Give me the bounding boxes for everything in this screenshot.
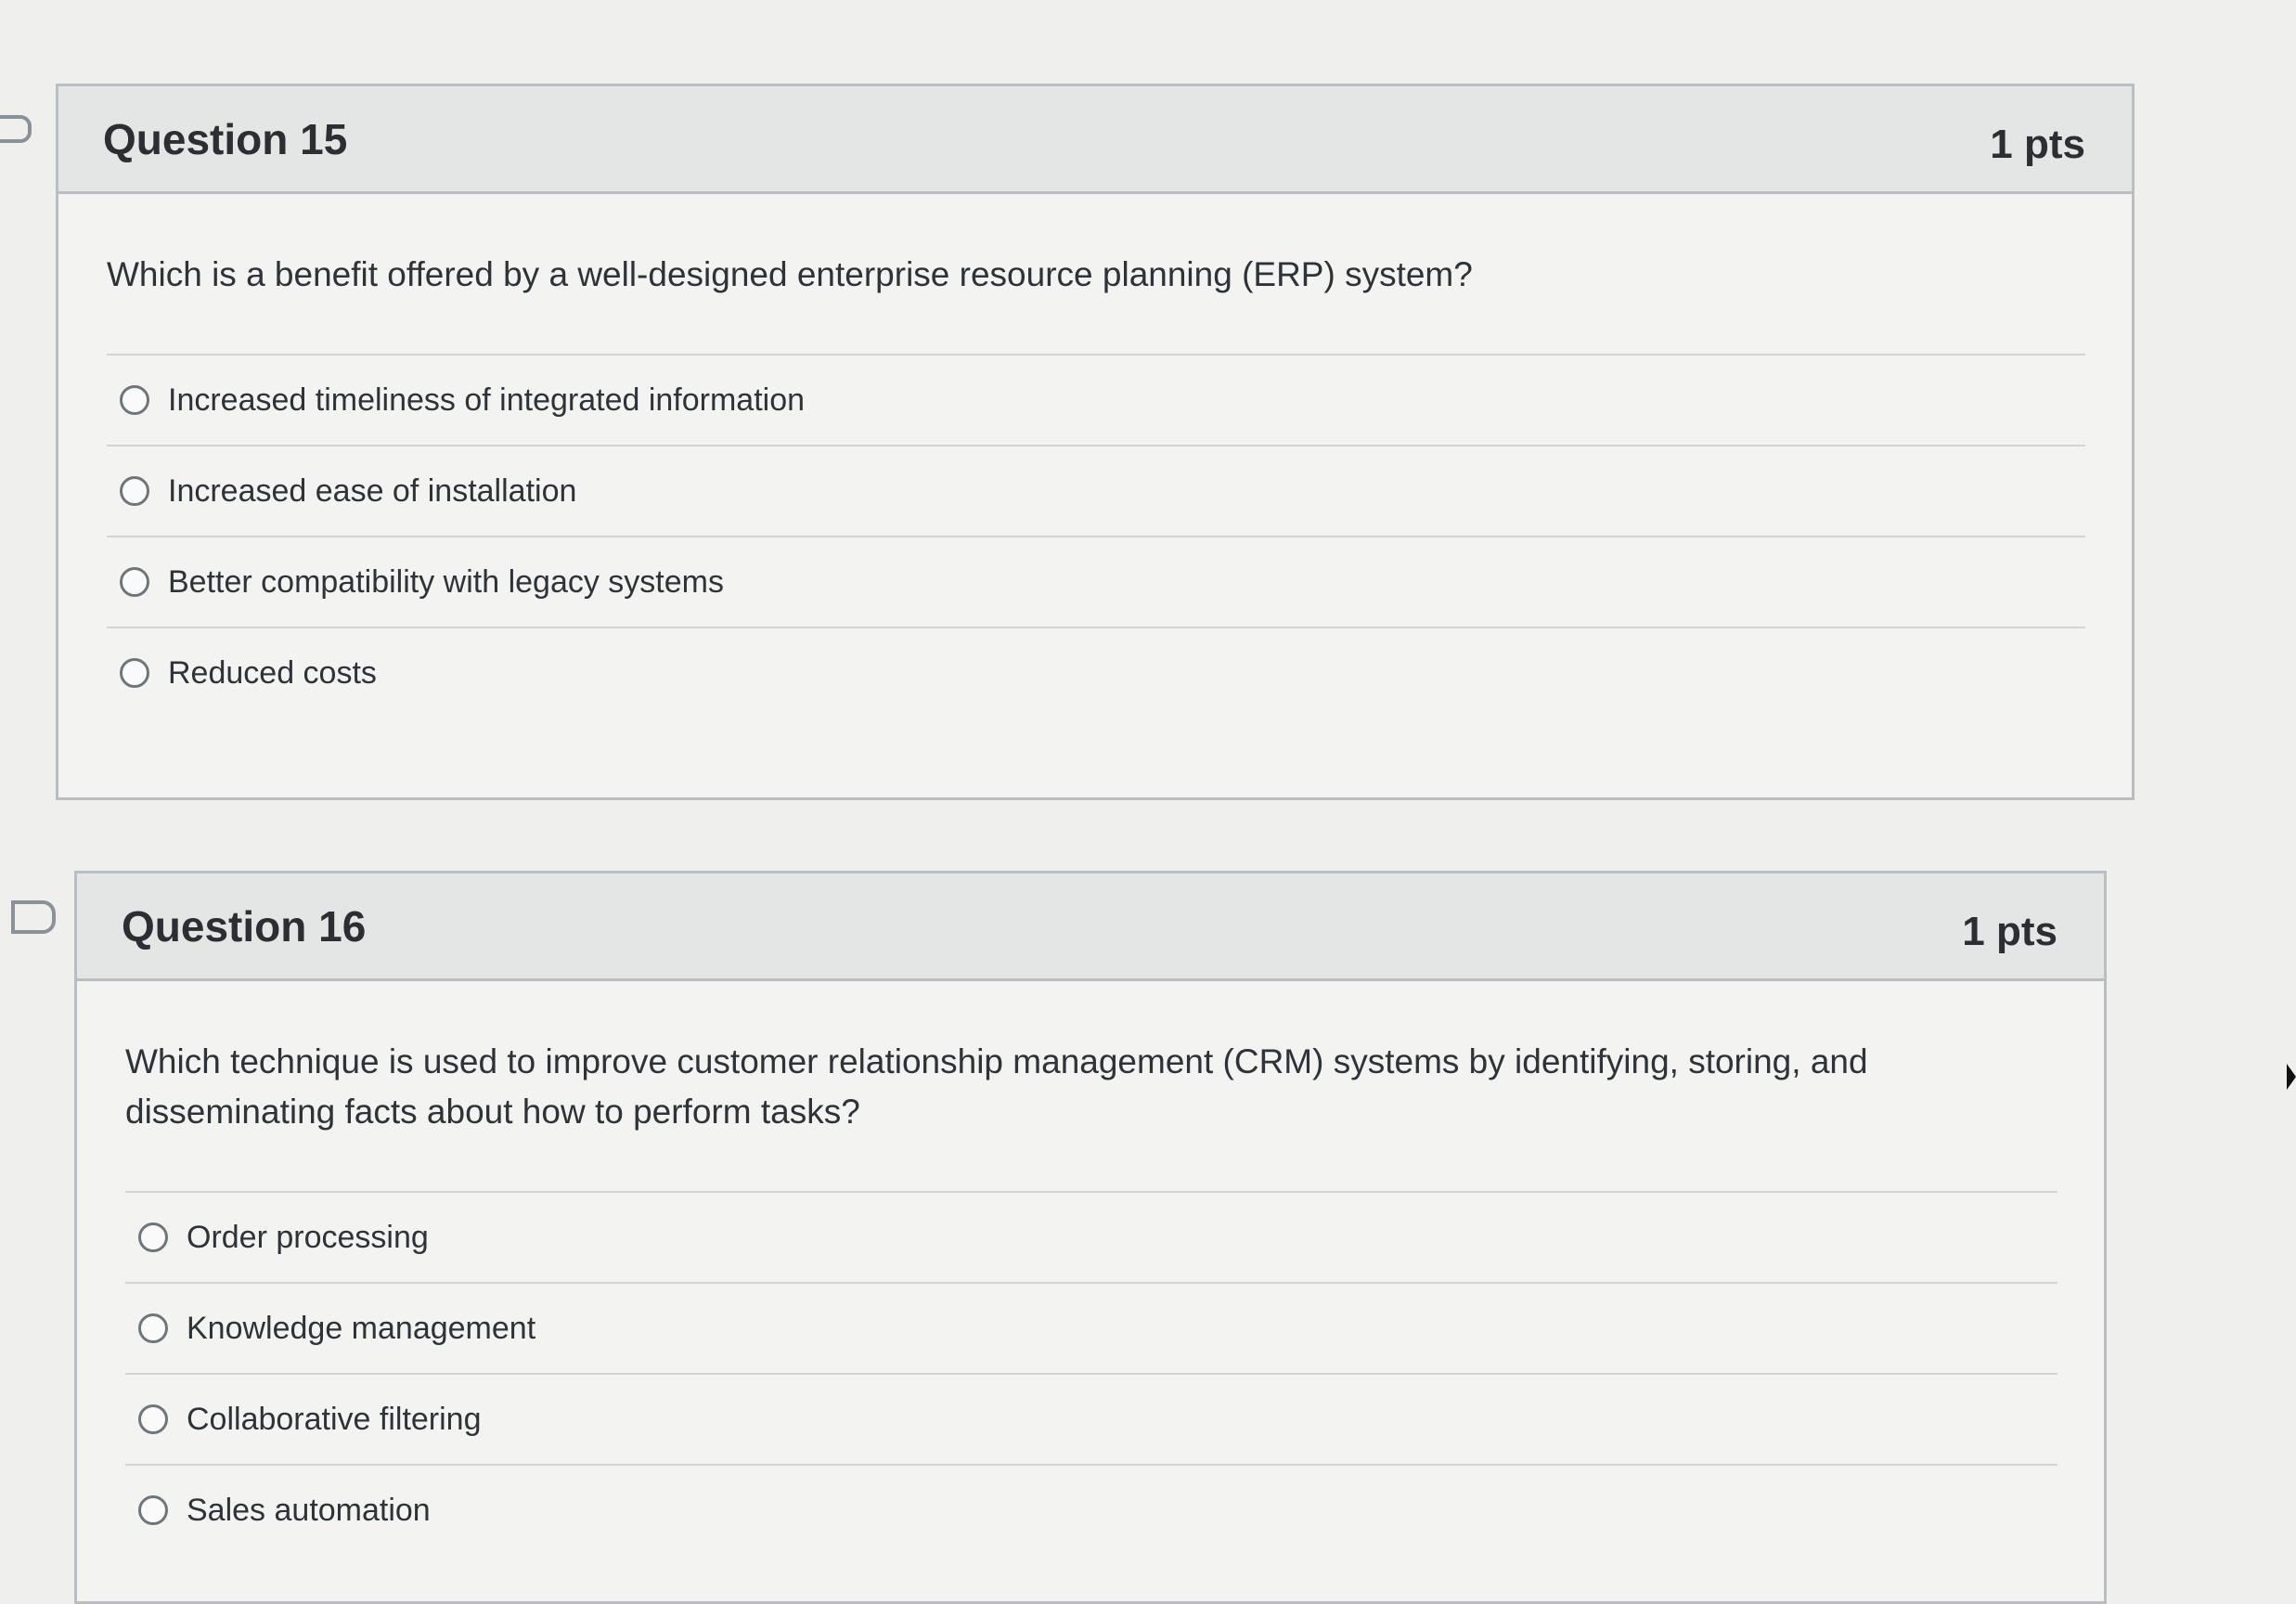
- answer-option[interactable]: Knowledge management: [125, 1284, 2057, 1375]
- answer-option[interactable]: Collaborative filtering: [125, 1375, 2057, 1466]
- flag-question-15-icon[interactable]: [0, 115, 32, 143]
- answer-label: Order processing: [187, 1219, 429, 1255]
- answer-option[interactable]: Reduced costs: [107, 628, 2085, 718]
- radio-button[interactable]: [138, 1495, 168, 1525]
- answer-option[interactable]: Increased ease of installation: [107, 446, 2085, 537]
- answer-label: Collaborative filtering: [187, 1401, 482, 1437]
- answer-option[interactable]: Better compatibility with legacy systems: [107, 537, 2085, 628]
- answer-label: Sales automation: [187, 1492, 431, 1528]
- mouse-cursor-icon: [2287, 1064, 2296, 1090]
- question-title: Question 15: [103, 114, 348, 163]
- answer-label: Increased timeliness of integrated infor…: [168, 382, 806, 418]
- answer-option[interactable]: Sales automation: [125, 1466, 2057, 1555]
- radio-button[interactable]: [120, 658, 149, 688]
- question-points: 1 pts: [1990, 121, 2085, 167]
- question-points: 1 pts: [1962, 908, 2057, 954]
- answer-label: Increased ease of installation: [168, 472, 577, 509]
- radio-button[interactable]: [120, 476, 149, 506]
- radio-button[interactable]: [138, 1313, 168, 1343]
- question-16-card: Question 16 1 pts Which technique is use…: [74, 871, 2107, 1604]
- question-header: Question 16 1 pts: [77, 873, 2104, 981]
- question-text: Which technique is used to improve custo…: [125, 1042, 1868, 1131]
- radio-button[interactable]: [138, 1222, 168, 1252]
- question-text: Which is a benefit offered by a well-des…: [107, 255, 1473, 293]
- question-header: Question 15 1 pts: [58, 86, 2132, 194]
- question-title: Question 16: [122, 901, 367, 951]
- question-body: Which technique is used to improve custo…: [77, 981, 2104, 1555]
- question-15-card: Question 15 1 pts Which is a benefit off…: [56, 84, 2135, 800]
- answer-label: Knowledge management: [187, 1310, 536, 1346]
- question-body: Which is a benefit offered by a well-des…: [58, 194, 2132, 718]
- radio-button[interactable]: [120, 385, 149, 415]
- answer-label: Better compatibility with legacy systems: [168, 563, 724, 600]
- radio-button[interactable]: [120, 567, 149, 597]
- answer-option[interactable]: Order processing: [125, 1193, 2057, 1284]
- answer-list: Increased timeliness of integrated infor…: [107, 354, 2085, 718]
- flag-question-16-icon[interactable]: [11, 900, 56, 934]
- answer-list: Order processing Knowledge management Co…: [125, 1191, 2057, 1555]
- answer-label: Reduced costs: [168, 654, 377, 691]
- answer-option[interactable]: Increased timeliness of integrated infor…: [107, 356, 2085, 446]
- radio-button[interactable]: [138, 1404, 168, 1434]
